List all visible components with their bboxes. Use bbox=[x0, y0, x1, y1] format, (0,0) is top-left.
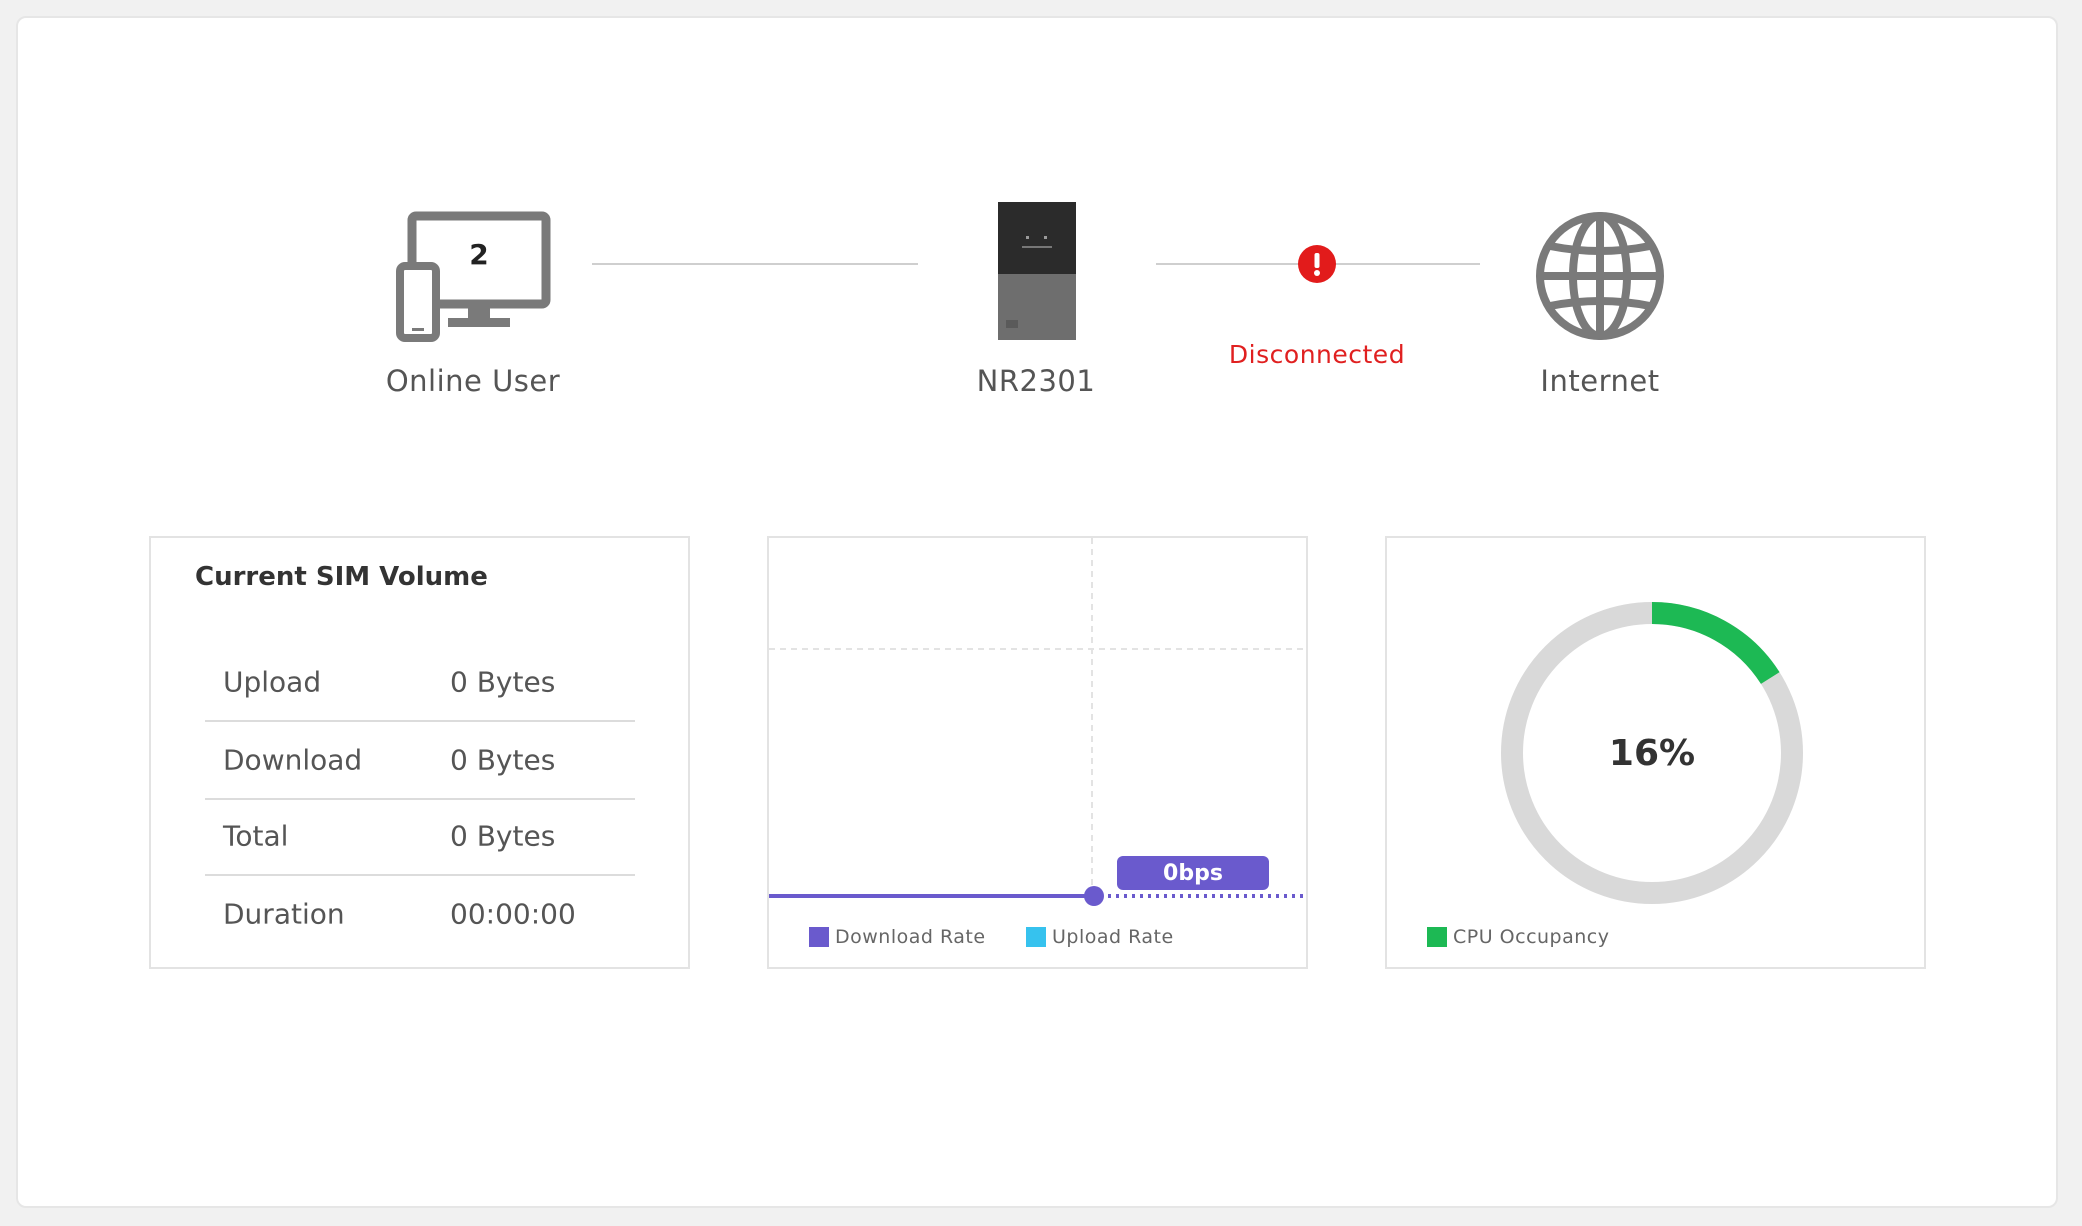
sim-row-total: Total 0 Bytes bbox=[205, 798, 635, 876]
sim-row-value: 0 Bytes bbox=[450, 665, 556, 699]
sim-row-label: Duration bbox=[223, 897, 345, 931]
sim-row-duration: Duration 00:00:00 bbox=[205, 876, 635, 952]
sim-volume-title: Current SIM Volume bbox=[195, 562, 488, 592]
legend-label: Download Rate bbox=[835, 926, 986, 948]
sim-row-label: Download bbox=[223, 743, 363, 777]
globe-icon[interactable] bbox=[1534, 210, 1666, 342]
sim-row-label: Upload bbox=[223, 665, 322, 699]
sim-volume-card: Current SIM Volume Upload 0 Bytes Downlo… bbox=[149, 536, 690, 969]
online-user-icon[interactable]: 2 bbox=[396, 208, 554, 346]
connection-status: Disconnected bbox=[1228, 340, 1406, 369]
sim-row-upload: Upload 0 Bytes bbox=[205, 644, 635, 722]
cpu-card: 16% CPU Occupancy bbox=[1385, 536, 1926, 969]
sim-row-label: Total bbox=[223, 819, 289, 853]
cpu-percent: 16% bbox=[1608, 733, 1696, 774]
legend-label: CPU Occupancy bbox=[1453, 926, 1610, 948]
legend-upload-rate[interactable]: Upload Rate bbox=[1026, 926, 1174, 948]
legend-swatch-download bbox=[809, 927, 829, 947]
online-user-count: 2 bbox=[469, 238, 489, 271]
sim-row-value: 00:00:00 bbox=[450, 897, 576, 931]
user-device-link bbox=[592, 263, 918, 265]
sim-row-download: Download 0 Bytes bbox=[205, 722, 635, 800]
sim-row-value: 0 Bytes bbox=[450, 819, 556, 853]
legend-label: Upload Rate bbox=[1052, 926, 1174, 948]
legend-download-rate[interactable]: Download Rate bbox=[809, 926, 986, 948]
internet-label: Internet bbox=[1540, 364, 1660, 398]
router-device-icon[interactable] bbox=[998, 202, 1076, 340]
rate-chart[interactable] bbox=[769, 538, 1306, 967]
device-label: NR2301 bbox=[976, 364, 1096, 398]
legend-cpu-occupancy[interactable]: CPU Occupancy bbox=[1427, 926, 1610, 948]
sim-row-value: 0 Bytes bbox=[450, 743, 556, 777]
online-user-label: Online User bbox=[385, 364, 561, 398]
rate-point bbox=[1084, 886, 1104, 906]
legend-swatch-cpu bbox=[1427, 927, 1447, 947]
error-icon[interactable] bbox=[1298, 245, 1336, 283]
legend-swatch-upload bbox=[1026, 927, 1046, 947]
rate-tooltip: 0bps bbox=[1163, 861, 1223, 886]
rate-chart-card: 0bps Download Rate Upload Rate bbox=[767, 536, 1308, 969]
